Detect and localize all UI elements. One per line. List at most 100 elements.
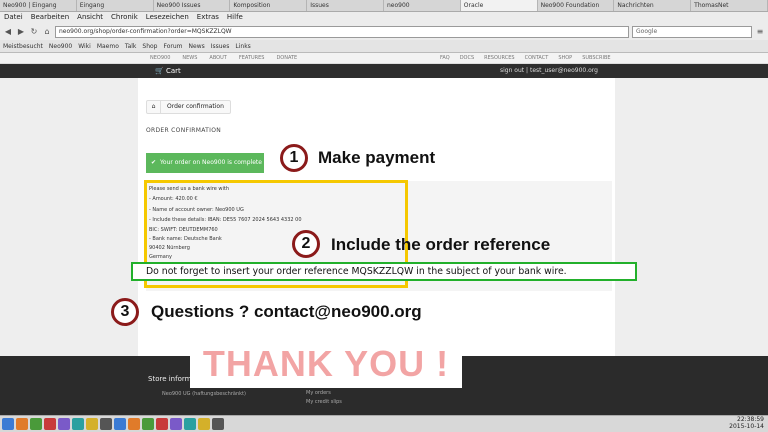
- bookmark-item[interactable]: Forum: [163, 40, 182, 52]
- bookmark-item[interactable]: Links: [235, 40, 250, 52]
- success-alert: ✔ Your order on Neo900 is complete: [146, 153, 264, 173]
- top-nav-item[interactable]: ABOUT: [209, 53, 226, 64]
- step-badge: 1: [280, 144, 308, 172]
- menu-item[interactable]: Chronik: [111, 12, 138, 23]
- taskbar-app-icon[interactable]: [44, 418, 56, 430]
- right-gutter: [615, 78, 768, 356]
- footer-link[interactable]: My credit slips: [306, 399, 342, 405]
- wire-intro: Please send us a bank wire with: [149, 186, 230, 192]
- step-badge: 3: [111, 298, 139, 326]
- top-nav-right: FAQ DOCS RESOURCES CONTACT SHOP SUBSCRIBE: [440, 53, 611, 64]
- cart-link[interactable]: 🛒 Cart: [155, 64, 181, 78]
- bookmark-item[interactable]: Talk: [125, 40, 137, 52]
- wire-line: 90402 Nürnberg: [149, 245, 190, 251]
- top-nav-item[interactable]: SHOP: [558, 53, 572, 64]
- menu-item[interactable]: Hilfe: [227, 12, 243, 23]
- wire-line: - Name of account owner: Neo900 UG: [149, 207, 244, 213]
- taskbar-app-icon[interactable]: [170, 418, 182, 430]
- clock-time: 22:38:59: [737, 416, 764, 423]
- footer-link[interactable]: My orders: [306, 390, 331, 396]
- menu-item[interactable]: Ansicht: [77, 12, 103, 23]
- wire-line: BIC: SWIFT: DEUTDEMM760: [149, 227, 218, 233]
- order-reference-reminder: Do not forget to insert your order refer…: [131, 262, 637, 281]
- browser-menu-bar: Datei Bearbeiten Ansicht Chronik Lesezeichen…: [0, 12, 768, 23]
- cart-icon: 🛒: [155, 67, 166, 75]
- browser-tab[interactable]: Nachrichten: [614, 0, 692, 11]
- success-message: Your order on Neo900 is complete: [160, 159, 262, 166]
- wire-line: Germany: [149, 254, 172, 260]
- home-icon[interactable]: ⌂: [42, 27, 52, 36]
- taskbar-app-icon[interactable]: [156, 418, 168, 430]
- site-header-bar: 🛒 Cart sign out | test_user@neo900.org: [0, 64, 768, 78]
- top-nav-item[interactable]: DONATE: [276, 53, 297, 64]
- check-icon: ✔: [151, 159, 157, 166]
- top-nav-item[interactable]: SUBSCRIBE: [582, 53, 610, 64]
- menu-item[interactable]: Bearbeiten: [31, 12, 69, 23]
- taskbar-app-icon[interactable]: [30, 418, 42, 430]
- browser-tab[interactable]: ThomasNet: [691, 0, 768, 11]
- clock-date: 2015-10-14: [729, 423, 764, 430]
- footer-address: Neo900 UG (haftungsbeschränkt): [162, 391, 246, 397]
- taskbar-app-icon[interactable]: [212, 418, 224, 430]
- bookmark-item[interactable]: Wiki: [78, 40, 91, 52]
- bookmark-item[interactable]: Maemo: [97, 40, 119, 52]
- taskbar-app-icon[interactable]: [198, 418, 210, 430]
- menu-icon[interactable]: ≡: [755, 27, 765, 36]
- bookmark-item[interactable]: News: [189, 40, 205, 52]
- taskbar-app-icon[interactable]: [184, 418, 196, 430]
- step-text: Include the order reference: [331, 235, 551, 254]
- wire-line: - Include these details: IBAN: DE55 7607…: [149, 217, 302, 223]
- search-input[interactable]: Google: [632, 25, 752, 38]
- taskbar: [0, 415, 768, 432]
- top-nav-item[interactable]: CONTACT: [525, 53, 549, 64]
- taskbar-clock[interactable]: 22:38:59 2015-10-14: [729, 416, 764, 430]
- taskbar-app-icon[interactable]: [86, 418, 98, 430]
- step-text: Make payment: [318, 148, 436, 167]
- menu-item[interactable]: Datei: [4, 12, 23, 23]
- browser-tab[interactable]: Neo900 Foundation: [538, 0, 615, 11]
- taskbar-app-icon[interactable]: [16, 418, 28, 430]
- top-nav-item[interactable]: FAQ: [440, 53, 450, 64]
- top-nav-left: NEO900 NEWS ABOUT FEATURES DONATE: [150, 53, 297, 64]
- top-nav-item[interactable]: RESOURCES: [484, 53, 514, 64]
- bookmarks-bar: Meistbesucht Neo900 Wiki Maemo Talk Shop Forum…: [0, 40, 768, 53]
- taskbar-app-icon[interactable]: [128, 418, 140, 430]
- browser-tab[interactable]: Neo900 Issues: [154, 0, 231, 11]
- menu-item[interactable]: Lesezeichen: [146, 12, 189, 23]
- wire-line: - Bank name: Deutsche Bank: [149, 236, 222, 242]
- wire-line: - Amount: 420.00 €: [149, 196, 198, 202]
- menu-item[interactable]: Extras: [197, 12, 219, 23]
- breadcrumb: ⌂ Order confirmation: [146, 100, 231, 114]
- taskbar-app-icon[interactable]: [72, 418, 84, 430]
- bookmark-item[interactable]: Shop: [142, 40, 157, 52]
- back-icon[interactable]: ◀: [3, 27, 13, 36]
- top-nav-item[interactable]: NEWS: [182, 53, 197, 64]
- taskbar-app-icon[interactable]: [100, 418, 112, 430]
- browser-tab[interactable]: Neo900 | Eingang: [0, 0, 77, 11]
- taskbar-app-icon[interactable]: [58, 418, 70, 430]
- page-title: ORDER CONFIRMATION: [146, 127, 222, 134]
- top-nav-item[interactable]: NEO900: [150, 53, 170, 64]
- taskbar-app-icon[interactable]: [142, 418, 154, 430]
- top-nav-item[interactable]: DOCS: [460, 53, 474, 64]
- forward-icon[interactable]: ▶: [16, 27, 26, 36]
- reload-icon[interactable]: ↻: [29, 27, 39, 36]
- bookmark-item[interactable]: Neo900: [49, 40, 72, 52]
- browser-nav-bar: ◀ ▶ ↻ ⌂ neo900.org/shop/order-confirmati…: [0, 23, 768, 40]
- thank-you-banner: THANK YOU !: [190, 340, 462, 388]
- top-nav-item[interactable]: FEATURES: [239, 53, 265, 64]
- url-bar[interactable]: neo900.org/shop/order-confirmation?order…: [55, 25, 629, 38]
- bookmark-item[interactable]: Meistbesucht: [3, 40, 43, 52]
- browser-tab[interactable]: Eingang: [77, 0, 154, 11]
- taskbar-app-icon[interactable]: [2, 418, 14, 430]
- taskbar-app-icon[interactable]: [114, 418, 126, 430]
- browser-tab[interactable]: Issues: [307, 0, 384, 11]
- breadcrumb-current: Order confirmation: [167, 103, 224, 110]
- browser-tab[interactable]: Komposition: [230, 0, 308, 11]
- user-links[interactable]: sign out | test_user@neo900.org: [500, 64, 598, 78]
- home-icon[interactable]: ⌂: [147, 101, 161, 113]
- browser-tab[interactable]: Oracle: [460, 0, 538, 11]
- browser-tab[interactable]: neo900: [384, 0, 461, 11]
- step-badge: 2: [292, 230, 320, 258]
- bookmark-item[interactable]: Issues: [211, 40, 230, 52]
